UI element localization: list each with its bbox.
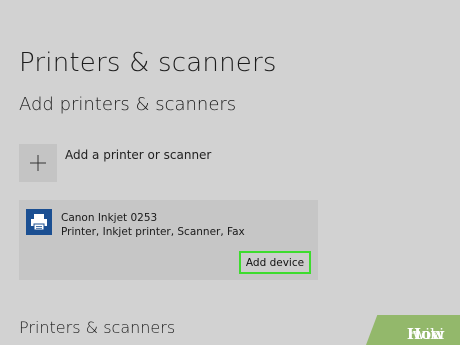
device-name: Canon Inkjet 0253	[61, 212, 158, 224]
wikihow-watermark: wiki How	[366, 315, 460, 345]
watermark-how: How	[406, 325, 444, 343]
page-title: Printers & scanners	[19, 48, 277, 78]
section-title-add-printers: Add printers & scanners	[19, 94, 237, 115]
section-title-printers: Printers & scanners	[19, 318, 176, 337]
printer-icon	[26, 209, 52, 235]
device-card[interactable]: Canon Inkjet 0253 Printer, Inkjet printe…	[19, 200, 318, 280]
add-printer-button[interactable]: Add a printer or scanner	[19, 144, 279, 182]
plus-icon[interactable]	[19, 144, 57, 182]
add-device-button[interactable]: Add device	[239, 251, 311, 274]
device-description: Printer, Inkjet printer, Scanner, Fax	[61, 226, 245, 238]
add-printer-label[interactable]: Add a printer or scanner	[65, 148, 211, 162]
